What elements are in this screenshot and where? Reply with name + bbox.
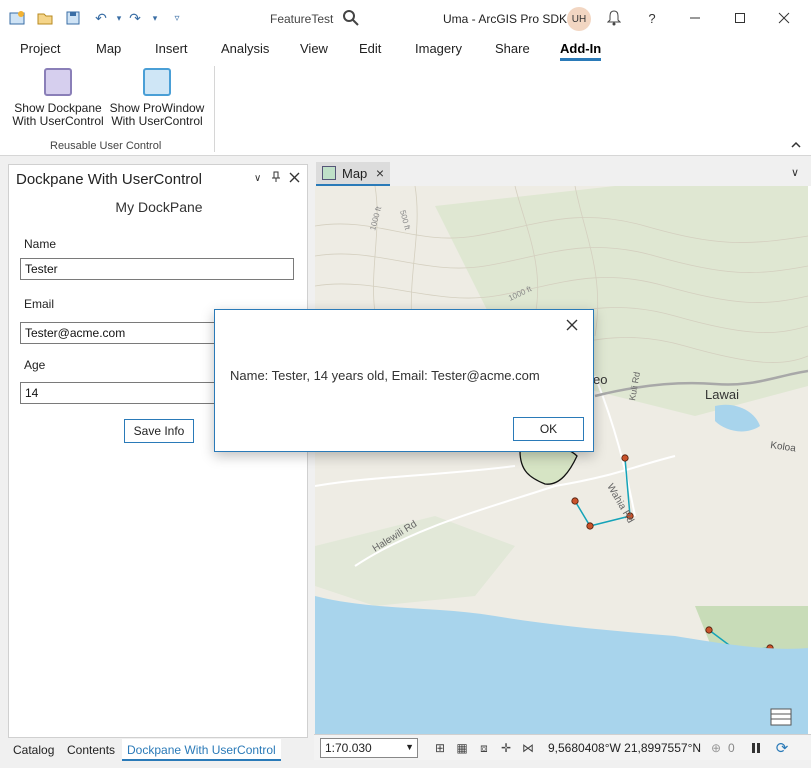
redo-dropdown-icon[interactable]: ▾ <box>146 9 164 27</box>
window-title: Uma - ArcGIS Pro SDK <box>443 12 568 26</box>
avatar[interactable]: UH <box>567 7 591 31</box>
close-window-icon[interactable] <box>773 8 795 28</box>
scale-select[interactable]: 1:70.030 ▼ <box>320 738 418 758</box>
tab-share[interactable]: Share <box>495 41 530 56</box>
maximize-icon[interactable] <box>729 8 751 28</box>
place-label-partial: eo <box>593 372 607 387</box>
tab-analysis[interactable]: Analysis <box>221 41 269 56</box>
ribbon-group-divider <box>214 66 215 152</box>
map-status-bar: 1:70.030 ▼ ⊞ ▦ ⧈ ✛ ⋈ 9,5680408°W 21,8997… <box>314 734 811 760</box>
title-bar: ↶ ▾ ↷ ▾ ▿ FeatureTest Uma - ArcGIS Pro S… <box>0 0 811 36</box>
tab-contents[interactable]: Contents <box>67 743 115 757</box>
new-project-icon[interactable] <box>8 9 26 27</box>
scale-value: 1:70.030 <box>325 741 372 755</box>
snapping-icon[interactable]: ⋈ <box>520 740 536 756</box>
customize-toolbar-icon[interactable]: ▿ <box>168 9 186 27</box>
email-label: Email <box>24 297 55 311</box>
save-info-button[interactable]: Save Info <box>124 419 194 443</box>
redo-icon[interactable]: ↷ <box>126 9 144 27</box>
tab-map[interactable]: Map <box>96 41 121 56</box>
selection-icon[interactable]: ⊕ <box>708 740 724 756</box>
map-tab-bar: Map × ∨ <box>314 162 811 186</box>
coordinate-readout: 9,5680408°W 21,8997557°N <box>548 741 702 755</box>
search-icon[interactable] <box>342 9 360 27</box>
close-dialog-icon[interactable] <box>566 318 578 336</box>
map-icon <box>322 166 336 180</box>
selected-features-count: 0 <box>728 741 735 755</box>
ribbon-tabs: Project Map Insert Analysis View Edit Im… <box>0 36 811 62</box>
minimize-icon[interactable] <box>684 8 706 28</box>
basemap[interactable]: Lawai Koloa Halewili Rd Wahia Rd Kuli Rd… <box>315 186 808 734</box>
place-label-lawai: Lawai <box>705 387 739 402</box>
tab-project[interactable]: Project <box>20 41 60 56</box>
pause-drawing-icon[interactable] <box>748 740 764 756</box>
grid-icon[interactable]: ▦ <box>454 740 470 756</box>
pin-icon[interactable] <box>271 171 281 186</box>
name-label: Name <box>24 237 57 251</box>
tab-add-in[interactable]: Add-In <box>560 41 602 61</box>
undo-icon[interactable]: ↶ <box>92 9 110 27</box>
ok-button[interactable]: OK <box>513 417 584 441</box>
save-project-icon[interactable] <box>64 9 82 27</box>
crosshair-icon[interactable]: ✛ <box>498 740 514 756</box>
chevron-down-icon: ▼ <box>405 742 414 752</box>
tab-edit[interactable]: Edit <box>359 41 381 56</box>
close-map-tab-icon[interactable]: × <box>376 165 384 181</box>
name-field[interactable] <box>20 258 294 280</box>
show-prowindow-button[interactable]: Show ProWindow With UserControl <box>108 67 206 128</box>
age-label: Age <box>24 358 46 372</box>
tab-insert[interactable]: Insert <box>155 41 188 56</box>
close-dockpane-icon[interactable] <box>289 171 300 186</box>
map-table-icon <box>770 708 792 726</box>
tab-map-view[interactable]: Map × <box>316 162 390 186</box>
dockpane-title: Dockpane With UserControl <box>16 171 202 188</box>
tab-dockpane-usercontrol[interactable]: Dockpane With UserControl <box>122 739 281 761</box>
dock-bottom-tabs: Catalog Contents Dockpane With UserContr… <box>8 739 308 761</box>
show-dockpane-label-line2: With UserControl <box>12 114 104 128</box>
tab-catalog[interactable]: Catalog <box>13 743 54 757</box>
map-tab-label: Map <box>342 165 368 181</box>
open-project-icon[interactable] <box>36 9 54 27</box>
help-button[interactable]: ? <box>641 8 663 28</box>
ribbon-group-label: Reusable User Control <box>50 140 162 152</box>
map-tabs-dropdown-icon[interactable]: ∨ <box>791 166 799 179</box>
message-dialog: Name: Tester, 14 years old, Email: Teste… <box>214 309 594 452</box>
navigate-extent-icon[interactable]: ⊞ <box>432 740 448 756</box>
map-view[interactable]: Lawai Koloa Halewili Rd Wahia Rd Kuli Rd… <box>315 186 808 734</box>
fixed-zoom-icon[interactable]: ⧈ <box>476 740 492 756</box>
notifications-bell-icon[interactable] <box>603 8 625 28</box>
tab-view[interactable]: View <box>300 41 328 56</box>
dockpane-icon <box>44 68 72 96</box>
document-name: FeatureTest <box>270 12 334 26</box>
ribbon: Show Dockpane With UserControl Show ProW… <box>0 62 811 156</box>
show-dockpane-button[interactable]: Show Dockpane With UserControl <box>9 67 107 128</box>
refresh-icon[interactable]: ⟳ <box>774 740 790 757</box>
prowindow-icon <box>143 68 171 96</box>
message-text: Name: Tester, 14 years old, Email: Teste… <box>230 368 540 383</box>
show-prowindow-label-line2: With UserControl <box>111 114 203 128</box>
tab-imagery[interactable]: Imagery <box>415 41 462 56</box>
collapse-ribbon-icon[interactable] <box>791 140 801 152</box>
dockpane-options-chevron-icon[interactable]: ∨ <box>254 173 261 184</box>
dockpane-heading: My DockPane <box>115 199 203 215</box>
